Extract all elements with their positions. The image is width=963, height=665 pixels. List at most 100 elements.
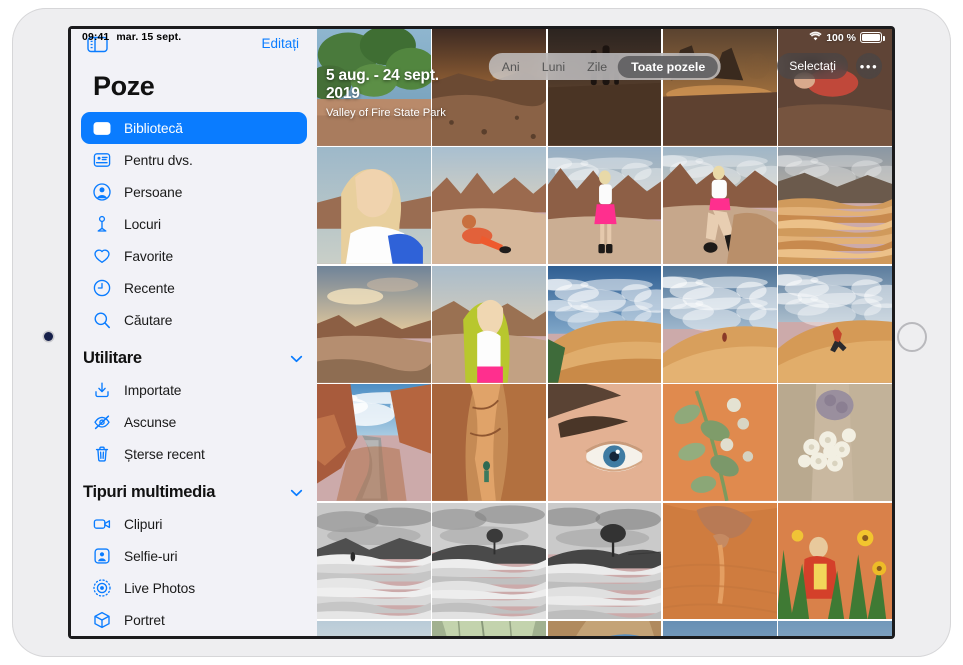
sidebar-group-header[interactable]: Tipuri multimedia: [71, 470, 317, 508]
edit-button[interactable]: Editați: [261, 36, 299, 51]
sidebar-header: Editați: [71, 29, 317, 69]
photo-thumbnail[interactable]: [317, 384, 431, 501]
more-ellipsis-icon[interactable]: •••: [856, 53, 882, 79]
sidebar-item-ascunse[interactable]: Ascunse: [81, 406, 307, 438]
sidebar-item-favorite[interactable]: Favorite: [81, 240, 307, 272]
photo-thumbnail[interactable]: [663, 621, 777, 636]
sidebar-item-label: Șterse recent: [124, 447, 205, 462]
photo-thumbnail[interactable]: [317, 621, 431, 636]
sidebar-item-terse-recent[interactable]: Șterse recent: [81, 438, 307, 470]
photo-thumbnail[interactable]: [778, 266, 892, 383]
photo-thumbnail[interactable]: [778, 147, 892, 264]
photo-thumbnail[interactable]: [432, 147, 546, 264]
photo-thumbnail[interactable]: [778, 29, 892, 146]
sidebar-item-portret[interactable]: Portret: [81, 604, 307, 636]
home-button[interactable]: [897, 322, 927, 352]
photo-thumbnail[interactable]: [778, 621, 892, 636]
photo-thumbnail[interactable]: [778, 384, 892, 501]
photo-thumbnail[interactable]: [432, 384, 546, 501]
sidebar-item-persoane[interactable]: Persoane: [81, 176, 307, 208]
segment-toate-pozele[interactable]: Toate pozele: [618, 56, 718, 78]
sidebar-item-label: Căutare: [124, 313, 172, 328]
sidebar-item-clipuri[interactable]: Clipuri: [81, 508, 307, 540]
sidebar-item-label: Ascunse: [124, 415, 176, 430]
sidebar-groups: Utilitare Importate Ascunse Șterse recen…: [71, 336, 317, 636]
sidebar-item-label: Importate: [124, 383, 181, 398]
timeline-segmented-control[interactable]: AniLuniZileToate pozele: [488, 53, 720, 80]
sidebar-item-bibliotec[interactable]: Bibliotecă: [81, 112, 307, 144]
sidebar-toggle-icon[interactable]: [87, 36, 108, 53]
photo-thumbnail[interactable]: [432, 266, 546, 383]
sidebar-item-label: Selfie-uri: [124, 549, 177, 564]
sidebar-item-label: Portret: [124, 613, 165, 628]
photo-thumbnail[interactable]: [548, 147, 662, 264]
photo-thumbnail[interactable]: [663, 384, 777, 501]
ipad-screen: 5 aug. - 24 sept. 2019 Valley of Fire St…: [71, 29, 892, 636]
sidebar-item-label: Persoane: [124, 185, 182, 200]
photo-thumbnail[interactable]: [317, 266, 431, 383]
photo-thumbnail[interactable]: [548, 503, 662, 620]
chevron-down-icon[interactable]: [290, 350, 303, 368]
select-button[interactable]: Selectați: [777, 53, 848, 79]
photo-thumbnail[interactable]: [432, 503, 546, 620]
live-photo-icon: [91, 578, 112, 599]
segment-luni[interactable]: Luni: [531, 56, 576, 78]
person-circle-icon: [91, 182, 112, 203]
photo-thumbnail[interactable]: [317, 503, 431, 620]
photo-thumbnail[interactable]: [663, 503, 777, 620]
sidebar-item-pentru-dvs[interactable]: Pentru dvs.: [81, 144, 307, 176]
photo-thumbnail[interactable]: [663, 266, 777, 383]
sidebar-item-label: Recente: [124, 281, 175, 296]
photo-library-icon: [91, 118, 112, 139]
photo-grid[interactable]: [317, 29, 892, 636]
cube-portrait-icon: [91, 610, 112, 631]
sidebar-group-list: Clipuri Selfie-uri Live Photos Portret: [71, 508, 317, 636]
segment-ani[interactable]: Ani: [491, 56, 531, 78]
photo-thumbnail[interactable]: [548, 266, 662, 383]
search-icon: [91, 310, 112, 331]
eye-slash-icon: [91, 412, 112, 433]
photo-thumbnail[interactable]: [663, 29, 777, 146]
page-title: Poze: [71, 69, 317, 112]
photos-sidebar: Editați Poze Bibliotecă Pentru dvs. Pers…: [71, 29, 317, 636]
clock-icon: [91, 278, 112, 299]
sidebar-item-label: Bibliotecă: [124, 121, 183, 136]
sidebar-item-label: Pentru dvs.: [124, 153, 193, 168]
sidebar-item-c-utare[interactable]: Căutare: [81, 304, 307, 336]
chevron-down-icon[interactable]: [290, 484, 303, 502]
photo-thumbnail[interactable]: [317, 29, 431, 146]
sidebar-item-recente[interactable]: Recente: [81, 272, 307, 304]
airplay-cast-icon[interactable]: [745, 53, 769, 79]
sidebar-item-importate[interactable]: Importate: [81, 374, 307, 406]
more-dots-glyph: •••: [860, 60, 878, 73]
import-tray-icon: [91, 380, 112, 401]
photo-thumbnail[interactable]: [432, 29, 546, 146]
segment-zile[interactable]: Zile: [576, 56, 618, 78]
sidebar-item-label: Favorite: [124, 249, 173, 264]
selfie-person-icon: [91, 546, 112, 567]
sidebar-item-label: Clipuri: [124, 517, 162, 532]
sidebar-item-live-photos[interactable]: Live Photos: [81, 572, 307, 604]
video-camera-icon: [91, 514, 112, 535]
photo-thumbnail[interactable]: [778, 503, 892, 620]
heart-icon: [91, 246, 112, 267]
sidebar-group-header[interactable]: Utilitare: [71, 336, 317, 374]
sidebar-group-title: Tipuri multimedia: [83, 483, 215, 502]
photo-thumbnail[interactable]: [432, 621, 546, 636]
toolbar-right-actions: Selectați •••: [745, 53, 882, 79]
sidebar-item-locuri[interactable]: Locuri: [81, 208, 307, 240]
photo-thumbnail[interactable]: [548, 384, 662, 501]
photo-thumbnail[interactable]: [317, 147, 431, 264]
sidebar-primary-list: Bibliotecă Pentru dvs. Persoane Locuri Fa…: [71, 112, 317, 336]
sidebar-group-title: Utilitare: [83, 349, 142, 368]
front-camera: [44, 332, 53, 341]
sidebar-item-selfie-uri[interactable]: Selfie-uri: [81, 540, 307, 572]
sidebar-group-list: Importate Ascunse Șterse recent: [71, 374, 317, 470]
for-you-card-icon: [91, 150, 112, 171]
photo-thumbnail[interactable]: [663, 147, 777, 264]
photo-thumbnail[interactable]: [548, 29, 662, 146]
map-pin-icon: [91, 214, 112, 235]
sidebar-item-label: Live Photos: [124, 581, 195, 596]
trash-icon: [91, 444, 112, 465]
photo-thumbnail[interactable]: [548, 621, 662, 636]
